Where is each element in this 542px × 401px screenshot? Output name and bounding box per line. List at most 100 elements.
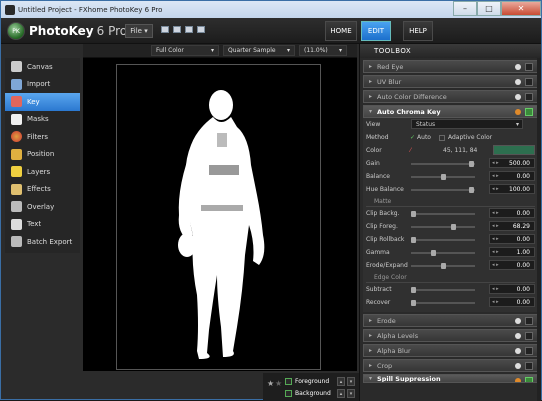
panel-crop[interactable]: ▸ Crop: [363, 359, 538, 372]
recover-field[interactable]: ◂ ▸ 0.00: [489, 297, 535, 307]
sidebar-item-position[interactable]: Position: [5, 146, 80, 164]
eyedropper-icon[interactable]: ⁄: [410, 147, 411, 154]
slider-handle[interactable]: [469, 161, 474, 167]
sidebar-item-layers[interactable]: Layers: [5, 163, 80, 181]
slider-handle[interactable]: [469, 187, 474, 193]
hue-balance-field[interactable]: ◂ ▸ 100.00: [489, 184, 535, 194]
sidebar-item-filters[interactable]: Filters: [5, 128, 80, 146]
home-button[interactable]: HOME: [325, 21, 357, 41]
sidebar-item-canvas[interactable]: Canvas: [5, 58, 80, 76]
layer-foreground[interactable]: Foreground ▴ ▾: [285, 376, 355, 387]
layer-background[interactable]: Background ▴ ▾: [285, 388, 355, 399]
clip-backg-slider[interactable]: [411, 211, 475, 217]
key-color-swatch[interactable]: [493, 145, 535, 155]
slider-handle[interactable]: [451, 224, 456, 230]
toolbox-scrollbar[interactable]: [537, 58, 541, 401]
panel-auto-chroma-key[interactable]: ▾ Auto Chroma Key: [363, 105, 538, 118]
panel-erode[interactable]: ▸ Erode: [363, 314, 538, 327]
preset-icon[interactable]: [515, 94, 521, 100]
background-visible-checkbox[interactable]: [285, 390, 292, 397]
preset-icon[interactable]: [515, 333, 521, 339]
adaptive-color-checkbox[interactable]: [438, 134, 445, 141]
preset-icon[interactable]: [515, 348, 521, 354]
layer-down-button[interactable]: ▾: [347, 377, 355, 386]
erode-expand-field[interactable]: ◂ ▸ 0.00: [489, 260, 535, 270]
slider-handle[interactable]: [441, 174, 446, 180]
save-icon[interactable]: [185, 26, 193, 33]
new-icon[interactable]: [161, 26, 169, 33]
layer-down-button[interactable]: ▾: [347, 389, 355, 398]
layer-up-button[interactable]: ▴: [337, 377, 345, 386]
slider-handle[interactable]: [441, 263, 446, 269]
close-button[interactable]: ✕: [501, 1, 541, 16]
enable-checkbox[interactable]: [525, 108, 533, 116]
preset-icon[interactable]: [515, 378, 521, 382]
foreground-visible-checkbox[interactable]: [285, 378, 292, 385]
clip-backg-field[interactable]: ◂ ▸ 0.00: [489, 208, 535, 218]
slider-handle[interactable]: [411, 300, 416, 306]
preset-icon[interactable]: [515, 318, 521, 324]
open-icon[interactable]: [173, 26, 181, 33]
gain-field[interactable]: ◂ ▸ 500.00: [489, 158, 535, 168]
sidebar-item-effects[interactable]: Effects: [5, 181, 80, 199]
balance-slider[interactable]: [411, 174, 475, 180]
enable-checkbox[interactable]: [525, 377, 533, 382]
color-mode-select[interactable]: Full Color ▾: [151, 45, 219, 56]
recover-slider[interactable]: [411, 300, 475, 306]
zoom-select[interactable]: (11.0%) ▾: [299, 45, 347, 56]
enable-checkbox[interactable]: [525, 317, 533, 325]
sidebar-item-key[interactable]: Key: [5, 93, 80, 111]
enable-checkbox[interactable]: [525, 93, 533, 101]
slider-handle[interactable]: [431, 250, 436, 256]
slider-handle[interactable]: [411, 211, 416, 217]
sidebar-item-text[interactable]: Text: [5, 216, 80, 234]
panel-alpha-levels[interactable]: ▸ Alpha Levels: [363, 329, 538, 342]
enable-checkbox[interactable]: [525, 78, 533, 86]
enable-checkbox[interactable]: [525, 63, 533, 71]
hue-balance-slider[interactable]: [411, 187, 475, 193]
sidebar-item-batch-export[interactable]: Batch Export: [5, 233, 80, 251]
enable-checkbox[interactable]: [525, 347, 533, 355]
panel-label: Alpha Levels: [377, 331, 419, 340]
edit-button[interactable]: EDIT: [361, 21, 391, 41]
gain-slider[interactable]: [411, 161, 475, 167]
maximize-button[interactable]: □: [477, 1, 501, 16]
layer-up-button[interactable]: ▴: [337, 389, 345, 398]
panel-uv-blur[interactable]: ▸ UV Blur: [363, 75, 538, 88]
clip-foreg-field[interactable]: ◂ ▸ 68.29: [489, 221, 535, 231]
sidebar-item-overlay[interactable]: Overlay: [5, 198, 80, 216]
subtract-slider[interactable]: [411, 287, 475, 293]
preset-icon[interactable]: [515, 109, 521, 115]
export-icon[interactable]: [197, 26, 205, 33]
panel-spill-suppression[interactable]: ▾ Spill Suppression: [363, 374, 538, 383]
preview-viewport[interactable]: [83, 58, 357, 371]
file-menu[interactable]: File ▾: [125, 24, 153, 38]
quality-select[interactable]: Quarter Sample ▾: [223, 45, 295, 56]
preset-icon[interactable]: [515, 363, 521, 369]
balance-field[interactable]: ◂ ▸ 0.00: [489, 171, 535, 181]
preset-icon[interactable]: [515, 64, 521, 70]
sidebar-item-masks[interactable]: Masks: [5, 111, 80, 129]
slider-handle[interactable]: [411, 287, 416, 293]
clip-rollback-slider[interactable]: [411, 237, 475, 243]
star-icon[interactable]: ★: [267, 379, 274, 388]
panel-red-eye[interactable]: ▸ Red Eye: [363, 60, 538, 73]
panel-auto-color-difference[interactable]: ▸ Auto Color Difference: [363, 90, 538, 103]
panel-alpha-blur[interactable]: ▸ Alpha Blur: [363, 344, 538, 357]
view-select[interactable]: Status ▾: [411, 119, 523, 129]
gamma-slider[interactable]: [411, 250, 475, 256]
clip-foreg-slider[interactable]: [411, 224, 475, 230]
enable-checkbox[interactable]: [525, 332, 533, 340]
favorite-icon[interactable]: ★: [275, 379, 282, 388]
auto-checkbox[interactable]: ✓: [410, 134, 415, 141]
gamma-field[interactable]: ◂ ▸ 1.00: [489, 247, 535, 257]
erode-expand-slider[interactable]: [411, 263, 475, 269]
preset-icon[interactable]: [515, 79, 521, 85]
minimize-button[interactable]: –: [453, 1, 477, 16]
subtract-field[interactable]: ◂ ▸ 0.00: [489, 284, 535, 294]
help-button[interactable]: HELP: [403, 21, 433, 41]
clip-rollback-field[interactable]: ◂ ▸ 0.00: [489, 234, 535, 244]
sidebar-item-import[interactable]: Import: [5, 76, 80, 94]
slider-handle[interactable]: [411, 237, 416, 243]
enable-checkbox[interactable]: [525, 362, 533, 370]
